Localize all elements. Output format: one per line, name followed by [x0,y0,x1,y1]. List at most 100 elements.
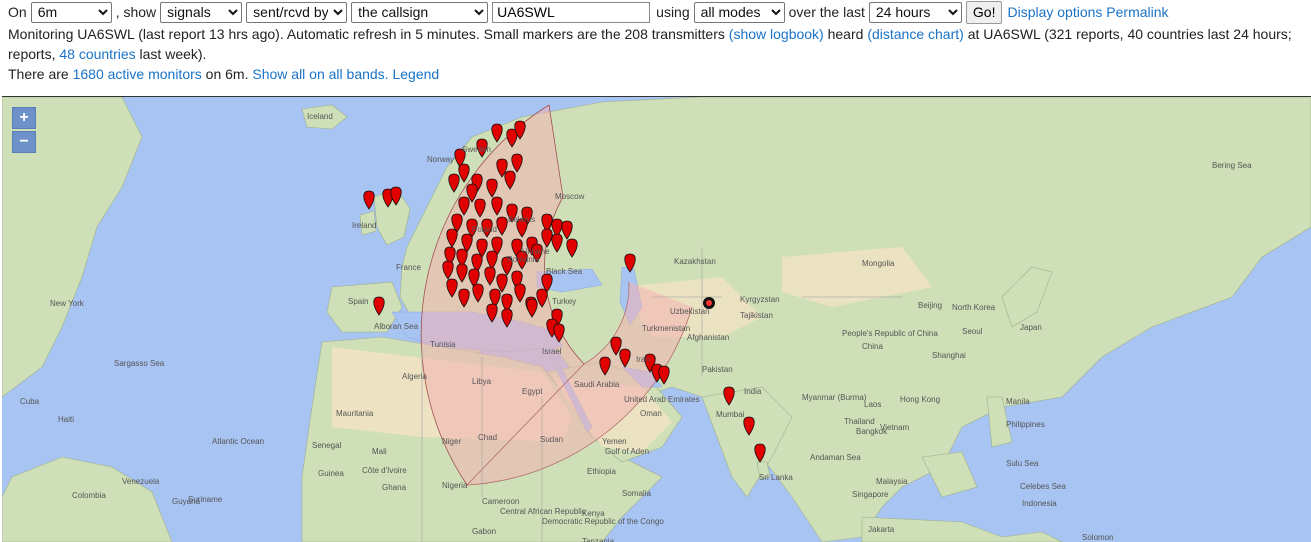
map-label-mauritania: Mauritania [336,409,374,418]
map-label-norway: Norway [427,155,455,164]
map-label-celebes: Celebes Sea [1020,482,1066,491]
status-line-3: There are 1680 active monitors on 6m. Sh… [8,64,439,84]
map-label-turkmen: Turkmenistan [642,324,691,333]
transmitter-marker[interactable] [363,190,375,210]
map-label-cameroon: Cameroon [482,497,520,506]
map-label-bangkok: Bangkok [856,427,888,436]
map-label-senegal: Senegal [312,441,342,450]
on-label: On [8,4,27,20]
map-label-laos: Laos [864,400,882,409]
map-label-seoul: Seoul [962,327,983,336]
status-line-1: Monitoring UA6SWL (last report 13 hrs ag… [8,24,1292,44]
map-label-belarus: Belarus [508,215,536,224]
map-label-ethiopia: Ethiopia [587,467,616,476]
map-label-thailand: Thailand [844,417,875,426]
display-options-link[interactable]: Display options [1007,4,1102,20]
map-label-car: Central African Republic [500,507,586,516]
map-label-ny: New York [50,299,84,308]
map-label-sweden: Sweden [462,145,491,154]
borneo-land [921,451,978,498]
map-label-chad: Chad [478,433,498,442]
map-label-tajik: Tajikistan [740,311,773,320]
map-label-pak: Pakistan [702,365,733,374]
map-label-srilanka: Sri Lanka [759,473,793,482]
callsign-input[interactable] [492,1,651,23]
map-label-ph: Philippines [1006,420,1045,429]
show-logbook-link[interactable]: (show logbook) [729,26,824,42]
on-band-text: on 6m. [205,66,249,82]
map-label-kenya: Kenya [582,509,605,518]
legend-link[interactable]: Legend [392,66,439,82]
map-label-prc: People's Republic of China [842,329,938,338]
report-summary-text: at UA6SWL (321 reports, 40 countries las… [967,26,1292,42]
world-map[interactable]: Iceland Norway Ireland France Moscow Kazakhst… [2,96,1311,542]
map-label-blacksea: Black Sea [546,267,583,276]
period-select[interactable]: 24 hours [868,1,962,23]
map-label-cuba: Cuba [20,397,40,406]
mode-select[interactable]: all modes [693,1,785,23]
map-label-afg: Afghanistan [687,333,730,342]
map-label-oman: Oman [640,409,662,418]
map-label-somalia: Somalia [622,489,651,498]
map-label-nkorea: North Korea [952,303,996,312]
map-label-gabon: Gabon [472,527,497,536]
map-label-romania: Romania [507,255,540,264]
map-label-my: Malaysia [876,477,908,486]
map-label-kazakhstan: Kazakhstan [674,257,716,266]
active-monitors-link[interactable]: 1680 active monitors [73,66,202,82]
map-label-turkey: Turkey [552,297,577,306]
map-canvas [2,97,1311,542]
show-all-bands-link[interactable]: Show all on all bands. [252,66,388,82]
map-label-mumbai: Mumbai [716,410,745,419]
heard-text: heard [827,26,864,42]
map-label-andaman: Andaman Sea [810,453,861,462]
map-label-beijing: Beijing [918,301,943,310]
zoom-in-button[interactable]: + [12,107,36,129]
permalink-link[interactable]: Permalink [1106,4,1168,20]
map-label-spain: Spain [348,297,369,306]
map-label-egypt: Egypt [522,387,543,396]
map-label-yemen: Yemen [602,437,627,446]
map-label-myanmar: Myanmar (Burma) [802,393,867,402]
map-label-france: France [396,263,421,272]
map-label-algeria: Algeria [402,372,427,381]
map-label-sg: Singapore [852,490,889,499]
map-label-hk: Hong Kong [900,395,941,404]
map-label-venezuela: Venezuela [122,477,160,486]
map-label-indonesia: Indonesia [1022,499,1057,508]
map-label-guinea: Guinea [318,469,344,478]
map-label-nigeria: Nigeria [442,481,468,490]
map-label-niger: Niger [442,437,462,446]
direction-select[interactable]: sent/rcvd by [246,1,348,23]
map-label-jakarta: Jakarta [868,525,895,534]
map-label-ghana: Ghana [382,483,407,492]
map-label-colombia: Colombia [72,491,106,500]
map-label-mongolia: Mongolia [862,259,895,268]
status-line-2: reports, 48 countries last week). [8,44,206,64]
map-label-suriname: Suriname [188,495,223,504]
there-are-text: There are [8,66,69,82]
monitoring-text: Monitoring UA6SWL (last report 13 hrs ag… [8,26,725,42]
map-label-manila: Manila [1006,397,1030,406]
map-label-china: China [862,342,883,351]
countries-link[interactable]: 48 countries [59,46,135,62]
map-label-atlantic: Atlantic Ocean [212,437,265,446]
show-select[interactable]: signals [160,1,243,23]
map-label-poland: Poland [472,225,497,234]
map-label-libya: Libya [472,377,492,386]
go-button[interactable]: Go! [965,0,1003,24]
map-label-tanzania: Tanzania [582,537,615,542]
map-label-shanghai: Shanghai [932,351,966,360]
distance-chart-link[interactable]: (distance chart) [867,26,963,42]
zoom-out-button[interactable]: − [12,131,36,153]
map-label-sudan: Sudan [540,435,564,444]
map-label-tunisia: Tunisia [430,340,456,349]
map-label-ci: Côte d'Ivoire [362,466,407,475]
map-label-israel: Israel [542,347,562,356]
query-row: On 6m , show signals sent/rcvd by the ca… [8,0,1169,24]
subject-select[interactable]: the callsign [351,1,489,23]
over-label: over the last [788,4,865,20]
map-label-haiti: Haiti [58,415,75,424]
band-select[interactable]: 6m [30,1,112,23]
map-label-moscow: Moscow [555,192,585,201]
